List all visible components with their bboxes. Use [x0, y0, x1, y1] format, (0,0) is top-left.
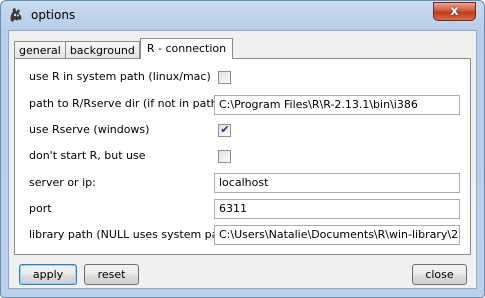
dialog-body: general background R - connection use R …	[8, 30, 477, 289]
apply-button[interactable]: apply	[19, 264, 77, 285]
app-icon	[7, 6, 25, 24]
r-path-label: path to R/Rserve dir (if not in path)	[29, 97, 222, 110]
tab-bar: general background R - connection	[14, 38, 234, 59]
use-r-system-path-checkbox[interactable]	[218, 71, 231, 84]
r-connection-panel: use R in system path (linux/mac) path to…	[14, 58, 471, 255]
library-path-label: library path (NULL uses system path)	[29, 228, 234, 241]
close-button[interactable]: close	[412, 264, 467, 285]
tab-background[interactable]: background	[64, 41, 140, 59]
tab-general[interactable]: general	[14, 41, 66, 59]
window-title: options	[31, 8, 76, 22]
library-path-input[interactable]: C:\Users\Natalie\Documents\R\win-library…	[214, 225, 460, 245]
server-input[interactable]: localhost	[214, 173, 460, 193]
close-icon-glyph: x	[450, 4, 459, 19]
use-rserve-label: use Rserve (windows)	[29, 123, 150, 136]
port-label: port	[29, 202, 52, 215]
dont-start-r-label: don't start R, but use	[29, 149, 146, 162]
title-bar[interactable]: options x	[1, 1, 484, 29]
tab-r-connection[interactable]: R - connection	[139, 38, 234, 59]
dont-start-r-checkbox[interactable]	[218, 150, 231, 163]
reset-button[interactable]: reset	[84, 264, 139, 285]
server-label: server or ip:	[29, 176, 96, 189]
use-rserve-checkbox[interactable]: ✔	[218, 123, 231, 137]
options-window: options x general background R - connect…	[0, 0, 485, 298]
checkmark-icon: ✔	[220, 123, 230, 136]
use-r-system-path-label: use R in system path (linux/mac)	[29, 70, 211, 83]
close-icon[interactable]: x	[433, 2, 476, 21]
port-input[interactable]: 6311	[214, 199, 460, 219]
r-path-input[interactable]: C:\Program Files\R\R-2.13.1\bin\i386	[214, 95, 460, 115]
